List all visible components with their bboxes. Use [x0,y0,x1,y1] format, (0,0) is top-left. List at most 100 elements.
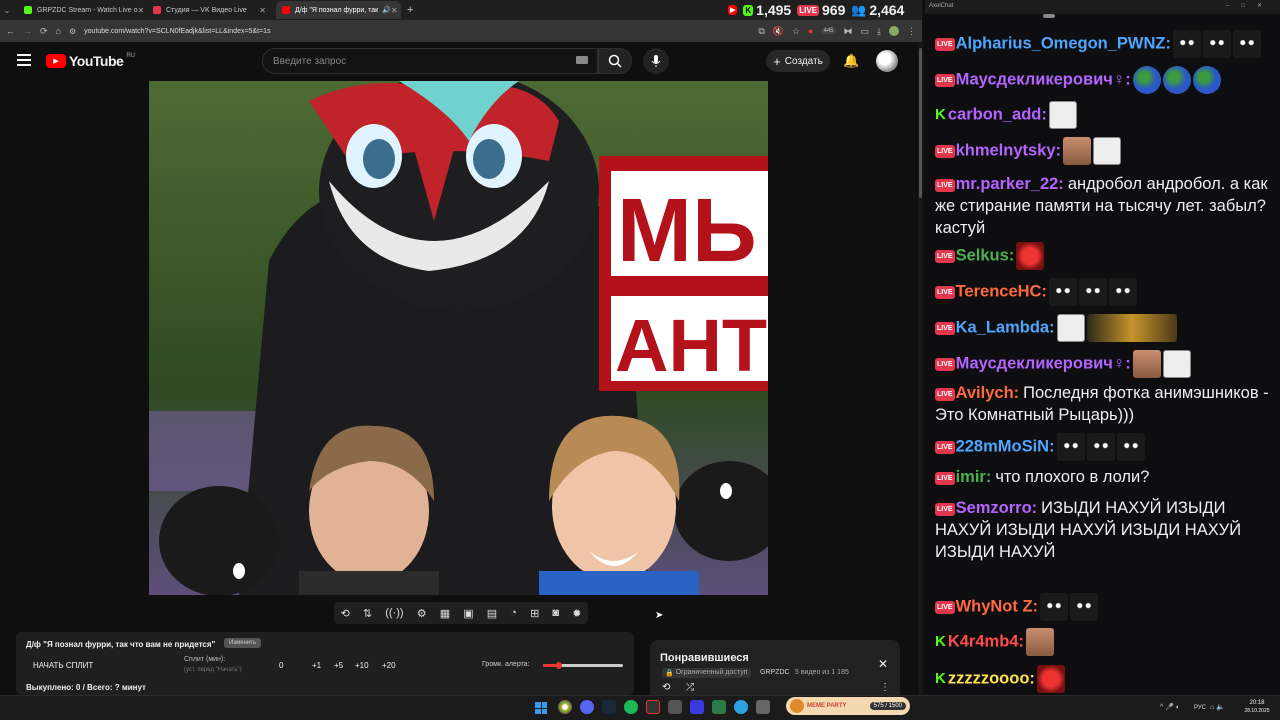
add-1-button[interactable]: +1 [312,661,321,670]
home-icon[interactable]: ⌂ [56,26,61,36]
sort-icon[interactable]: ⇅ [363,607,372,620]
broadcast-icon[interactable]: ((·)) [385,607,403,619]
new-tab-icon[interactable]: + [407,4,413,16]
chat-message: LIVE WhyNot Z: [935,593,1275,621]
loop-icon[interactable]: ⟲ [341,607,350,620]
profile-icon[interactable] [889,26,899,36]
search-button[interactable] [598,48,632,74]
vk-live-icon: LIVE [935,74,955,88]
site-info-icon[interactable]: ⚙ [69,27,76,36]
add-10-button[interactable]: +10 [355,661,369,670]
meme-party-widget[interactable]: MEME PARTY 575 / 1500 [786,697,910,715]
language-indicator[interactable]: РУС [1194,705,1206,711]
discord-icon[interactable] [580,700,594,714]
add-5-button[interactable]: +5 [334,661,343,670]
close-tab-icon[interactable]: ✕ [259,6,266,15]
subtitles-icon[interactable]: ▤ [487,607,497,620]
create-button[interactable]: + Создать [766,50,830,72]
keyboard-icon[interactable] [576,56,588,64]
page-scroll-thumb[interactable] [919,48,922,198]
clock[interactable]: 20:18 28.10.2025 [1242,699,1272,715]
edit-title-button[interactable]: Изменить [224,638,262,648]
chat-username[interactable]: khmelnytsky: [956,141,1061,159]
reload-icon[interactable]: ⟳ [40,26,48,37]
add-20-button[interactable]: +20 [382,661,396,670]
search-input[interactable]: Введите запрос [262,48,598,74]
pip-icon[interactable]: ▣ [463,607,473,620]
chat-username[interactable]: TerenceHC: [956,282,1047,300]
loop-playlist-icon[interactable]: ⟲ [662,682,670,693]
mute-icon[interactable]: 🔇 [773,26,784,37]
playlist-title[interactable]: Понравившиеся [660,652,749,664]
back-icon[interactable]: ← [6,26,15,36]
camera-settings-icon[interactable]: ⚙ [417,607,427,620]
close-tab-icon[interactable]: ✕ [391,6,398,15]
tab-search-icon[interactable]: ⌄ [0,6,14,15]
chrome-icon[interactable] [558,700,572,714]
forward-icon[interactable]: → [23,26,32,36]
obs-icon[interactable] [646,700,660,714]
chat-username[interactable]: 228mMoSiN: [956,437,1055,455]
close-icon[interactable]: ✕ [878,657,888,671]
settings-icon[interactable]: ✹ [572,607,581,620]
start-icon[interactable] [535,702,547,714]
start-split-button[interactable]: НАЧАТЬ СПЛИТ [33,661,93,670]
shuffle-icon[interactable]: ⤮ [686,682,694,693]
install-icon[interactable]: ⧉ [758,26,764,37]
chat-username[interactable]: Semzorro: [956,499,1038,517]
menu-icon[interactable]: ⋮ [907,26,916,37]
more-options-icon[interactable]: ⋮ [880,682,890,693]
extensions-icon[interactable]: ⧓ [844,26,853,37]
chat-username[interactable]: WhyNot Z: [956,597,1038,615]
media-player-icon[interactable] [690,700,704,714]
tray-icons[interactable]: ^ 🎤 ◐ [1160,703,1180,711]
tab-vk[interactable]: Студия — VK Видео Live ✕ [147,1,272,19]
chat-username[interactable]: Ka_Lambda: [956,318,1055,336]
vk-live-icon: LIVE [935,503,955,516]
kick-icon: K [935,670,946,688]
downloads-icon[interactable]: ⤓ [877,26,881,37]
download-badge[interactable]: 445 [821,28,836,34]
playlist-owner[interactable]: GRPZDC [760,669,790,676]
chat-username[interactable]: mr.parker_22: [956,175,1064,193]
sidebar-icon[interactable]: ▭ [861,26,870,37]
chat-message: LIVE khmelnytsky: [935,137,1275,165]
extension-icon[interactable]: ● [808,26,813,36]
split-minutes-input[interactable]: 0 [279,661,283,670]
chat-username[interactable]: Alpharius_Omegon_PWNZ: [956,34,1171,52]
vk-live-icon: LIVE [935,38,955,52]
network-volume-icons[interactable]: ⌂ 🔈 [1210,703,1225,711]
bookmark-icon[interactable]: ☆ [792,26,800,37]
chat-username[interactable]: Маусдекликерович♀: [956,70,1131,88]
chat-username[interactable]: K4r4mb4: [948,632,1024,650]
spotify-icon[interactable] [624,700,638,714]
chat-window-title: AxelChat [929,3,954,9]
chat-username[interactable]: Маусдекликерович♀: [956,354,1131,372]
voice-search-button[interactable] [643,48,669,74]
telegram-icon[interactable] [734,700,748,714]
tab-kick[interactable]: GRPZDC Stream - Watch Live o ✕ [18,1,143,19]
chat-username[interactable]: Selkus: [956,246,1015,264]
speed-icon[interactable]: ◔ [510,607,517,619]
chat-username[interactable]: imir: [956,468,992,486]
chat-username[interactable]: Avilych: [956,384,1020,402]
hamburger-menu-icon[interactable] [17,54,31,66]
app-icon[interactable] [668,700,682,714]
tab-youtube[interactable]: Д/ф "Я познал фурри, так 🔊 ✕ [276,1,401,19]
app-icon-2[interactable] [712,700,726,714]
window-controls[interactable]: –□✕ [1226,2,1274,9]
app-icon-3[interactable] [756,700,770,714]
close-tab-icon[interactable]: ✕ [138,6,144,15]
chat-username[interactable]: carbon_add: [948,105,1047,123]
add-clip-icon[interactable]: ⊞ [530,607,539,620]
screenshot-icon[interactable]: ◙ [552,607,559,619]
youtube-logo[interactable]: ▶ YouTube RU [46,53,135,69]
video-player[interactable]: МЬ АНТИ [149,81,768,595]
url-input[interactable]: youtube.com/watch?v=SCLN0fEadjk&list=LL&… [84,28,750,35]
avatar[interactable] [876,50,898,72]
clapper-icon[interactable]: ▦ [440,607,450,620]
alert-volume-slider[interactable] [543,662,623,669]
chat-username[interactable]: zzzzzoooo: [948,669,1035,687]
notifications-bell-icon[interactable]: 🔔 [843,53,859,69]
steam-icon[interactable] [602,700,616,714]
